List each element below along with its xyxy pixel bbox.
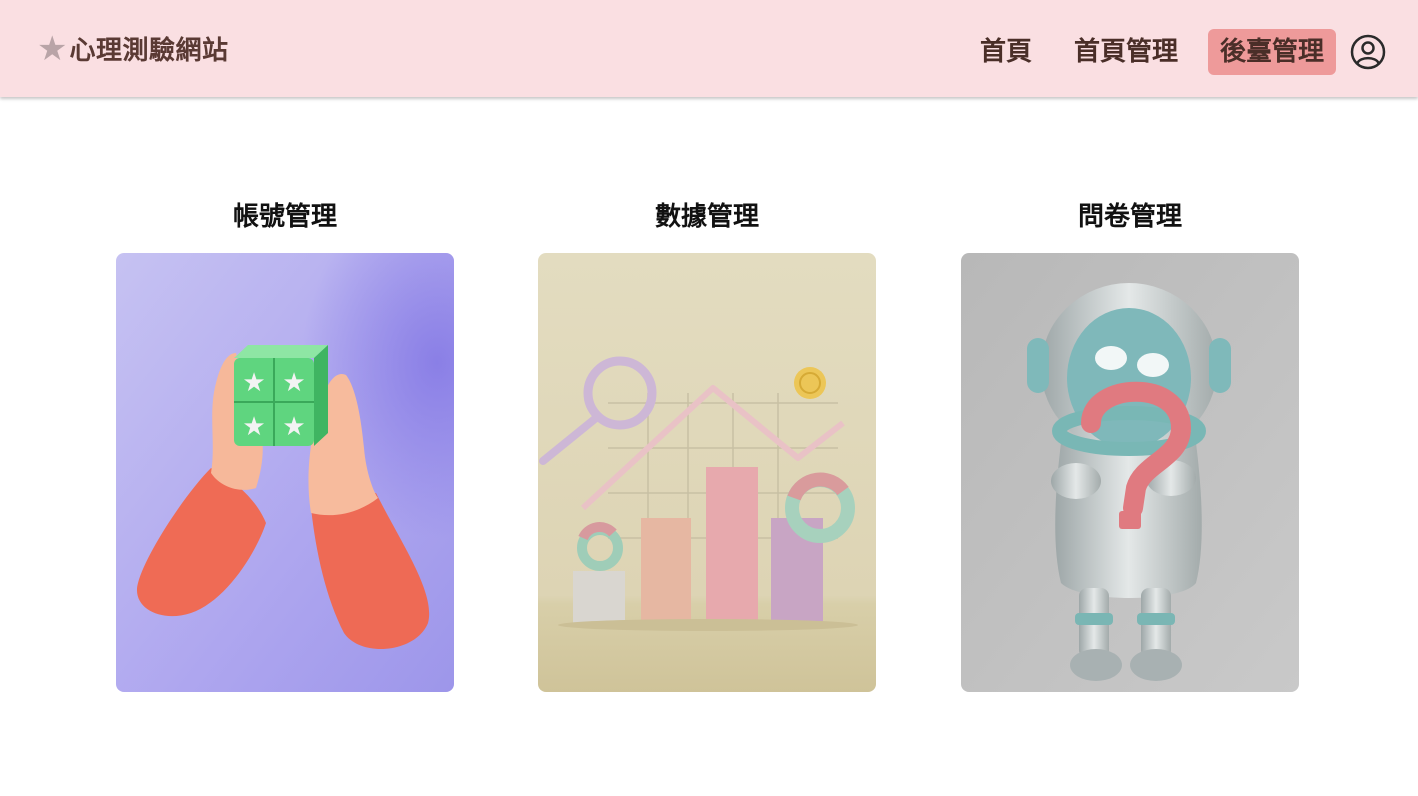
card-title: 帳號管理 (232, 202, 337, 232)
svg-text:★: ★ (242, 412, 265, 442)
nav-links: 首頁 首頁管理 後臺管理 (950, 29, 1336, 75)
svg-text:★: ★ (282, 368, 305, 398)
site-title: 心理測驗網站 (69, 36, 229, 66)
card-data-management[interactable]: 數據管理 (538, 195, 876, 692)
svg-text:★: ★ (282, 412, 305, 442)
robot-question-mark-illustration (961, 253, 1299, 692)
top-navbar: ★ 心理測驗網站 首頁 首頁管理 後臺管理 (0, 0, 1418, 97)
user-circle-icon[interactable] (1350, 34, 1386, 70)
svg-text:★: ★ (242, 368, 265, 398)
star-icon: ★ (37, 28, 68, 69)
card-account-management[interactable]: 帳號管理 ★ ★ ★ ★ (116, 195, 454, 692)
hands-holding-star-blocks-illustration: ★ ★ ★ ★ (116, 253, 454, 692)
nav-link-home-management[interactable]: 首頁管理 (1062, 29, 1190, 75)
card-questionnaire-management[interactable]: 問卷管理 (961, 195, 1299, 692)
3d-bar-chart-magnifier-illustration (538, 253, 876, 692)
nav-link-backend-management[interactable]: 後臺管理 (1207, 29, 1336, 75)
nav-link-home[interactable]: 首頁 (968, 29, 1044, 75)
card-title: 數據管理 (654, 202, 759, 232)
card-title: 問卷管理 (1077, 202, 1182, 232)
site-brand[interactable]: ★ 心理測驗網站 (37, 30, 229, 67)
